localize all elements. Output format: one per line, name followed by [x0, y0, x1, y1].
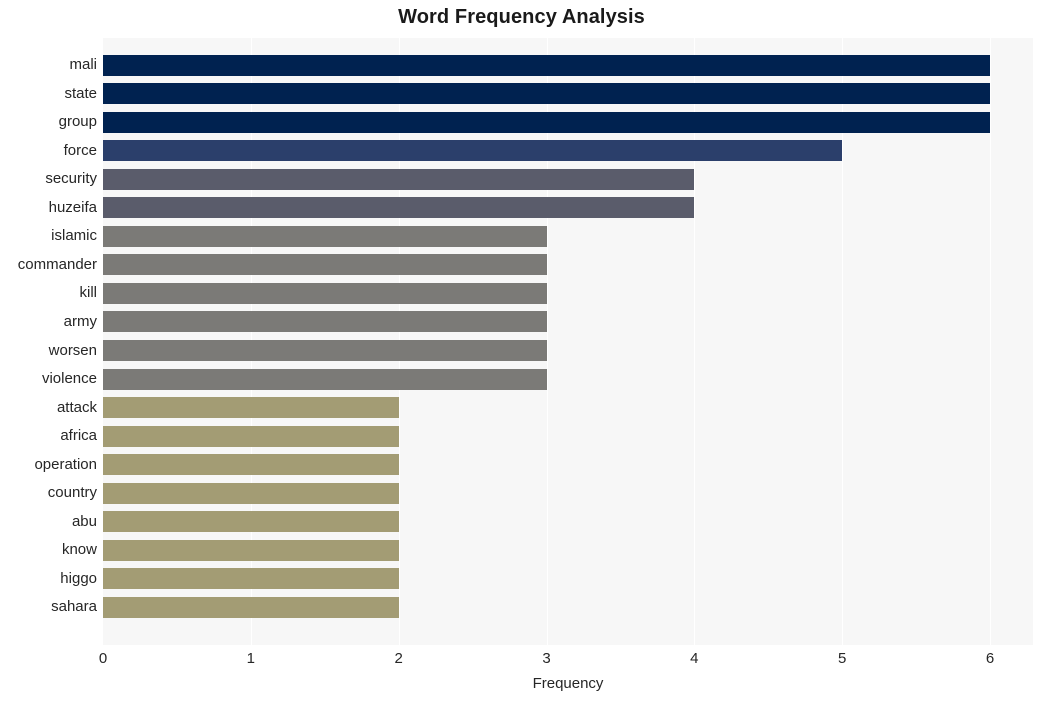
chart-title: Word Frequency Analysis	[398, 6, 645, 28]
plot-area	[103, 38, 1033, 645]
bar	[103, 397, 399, 419]
bar	[103, 311, 547, 333]
bar	[103, 425, 399, 447]
y-axis-tick-label: know	[61, 541, 97, 559]
y-axis-tick-label: islamic	[51, 227, 97, 245]
x-axis-tick-label: 2	[394, 650, 403, 667]
y-axis-tick-label: group	[58, 113, 97, 131]
bar	[103, 539, 399, 561]
bar	[103, 54, 990, 76]
y-axis-tick-label: commander	[17, 255, 97, 273]
y-axis-tick-label: worsen	[48, 341, 97, 359]
x-axis-tick-label: 0	[98, 650, 108, 667]
y-axis-tick-label: attack	[56, 398, 97, 416]
bar	[103, 111, 990, 133]
y-axis-tick-label: higgo	[60, 569, 97, 587]
bar	[103, 568, 399, 590]
y-axis-tick-label: state	[64, 84, 97, 102]
x-axis-tick-label: 3	[542, 650, 551, 667]
y-axis-tick-label: abu	[71, 512, 97, 530]
x-axis-tick-label: 6	[985, 650, 995, 667]
y-axis-tick-label: force	[63, 141, 97, 159]
bar	[103, 454, 399, 476]
bar	[103, 282, 547, 304]
x-axis-tick-label: 1	[246, 650, 255, 667]
y-axis-tick-label: huzeifa	[48, 198, 97, 216]
y-axis-tick-label: operation	[34, 455, 97, 473]
bar	[103, 140, 843, 162]
y-axis-tick-label: sahara	[51, 598, 97, 616]
y-axis-tick-label: mali	[69, 56, 97, 73]
word-frequency-chart: Word Frequency Analysis mali state group fo…	[0, 0, 1043, 701]
bar	[103, 340, 547, 361]
bar	[103, 225, 547, 247]
y-axis-tick-label: kill	[79, 284, 98, 302]
x-axis-title: Frequency	[532, 675, 604, 692]
y-axis-tick-label: army	[63, 312, 97, 330]
y-axis-tick-label: africa	[60, 427, 97, 445]
bar	[103, 197, 695, 219]
bar	[103, 83, 990, 105]
bar	[103, 482, 399, 504]
bar	[103, 511, 399, 533]
bar	[103, 168, 695, 190]
bar	[103, 596, 399, 618]
bar	[103, 368, 547, 390]
y-axis-tick-label: country	[47, 484, 97, 502]
x-axis-tick-label: 5	[837, 650, 847, 667]
bar	[103, 254, 547, 276]
y-axis-tick-label: security	[45, 170, 97, 188]
x-axis-tick-label: 4	[690, 650, 699, 667]
y-axis-tick-label: violence	[41, 370, 97, 388]
gridline	[990, 38, 991, 645]
